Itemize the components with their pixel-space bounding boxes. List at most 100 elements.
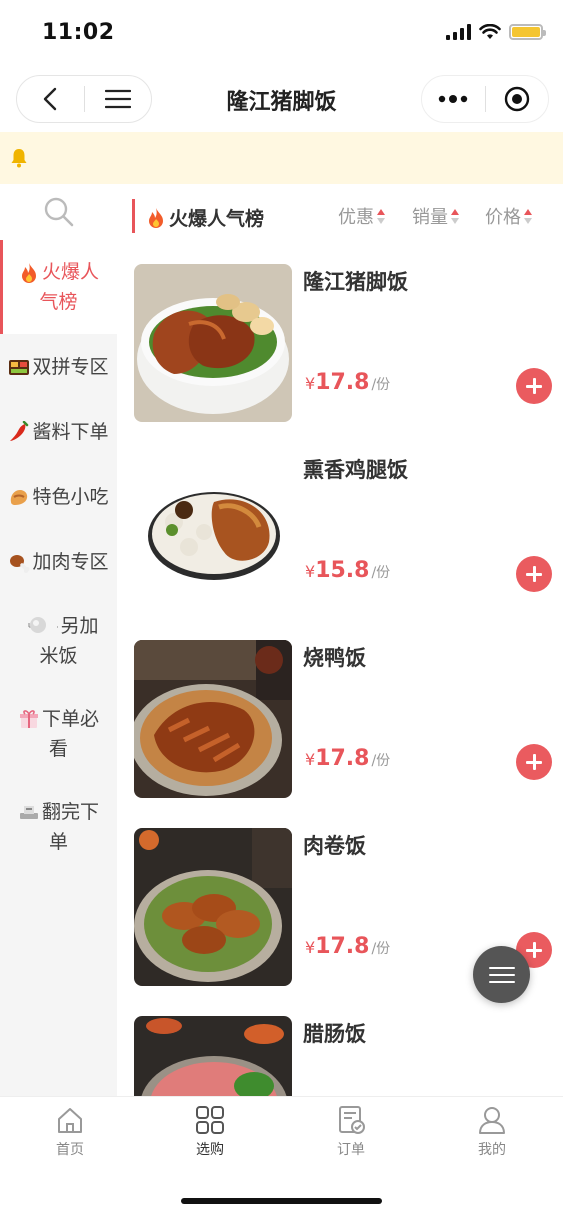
product-image[interactable]	[134, 640, 292, 798]
category-sidebar: 火爆人气榜 双拼专区 酱料下单 特色小吃 加肉专区 另加米饭 下单必看 翻完下单	[0, 184, 117, 1096]
search-icon	[44, 197, 73, 227]
price-value: 17.8	[315, 370, 370, 395]
signal-icon	[446, 24, 471, 40]
battery-icon	[509, 24, 546, 40]
price-value: 17.8	[315, 934, 370, 959]
wifi-icon	[479, 24, 501, 39]
tab-shop[interactable]: 选购	[170, 1105, 250, 1159]
product-price: ¥17.8/份	[305, 934, 390, 959]
more-button[interactable]	[422, 76, 485, 122]
notice-bar[interactable]	[0, 132, 563, 184]
price-unit: /份	[371, 565, 391, 581]
sidebar-item-sauce[interactable]: 酱料下单	[0, 399, 117, 464]
order-icon	[339, 1106, 365, 1134]
currency-symbol: ¥	[305, 938, 316, 957]
chili-icon	[10, 420, 29, 441]
sort-label: 优惠	[338, 207, 374, 228]
close-miniprogram-button[interactable]	[486, 76, 549, 122]
status-icons	[446, 24, 546, 40]
product-name: 烧鸭饭	[303, 646, 366, 670]
price-value: 17.8	[315, 746, 370, 771]
tab-me[interactable]: 我的	[452, 1105, 532, 1159]
price-unit: /份	[371, 377, 391, 393]
sort-price[interactable]: 价格	[485, 203, 532, 229]
nav-capsule-right	[421, 75, 549, 123]
bento-icon	[9, 359, 30, 375]
nav-bar: 隆江猪脚饭	[0, 66, 563, 132]
section-title: 火爆人气榜	[145, 204, 264, 231]
sidebar-item-hot[interactable]: 火爆人气榜	[0, 240, 117, 334]
tab-label: 首页	[56, 1142, 84, 1158]
profile-icon	[479, 1107, 505, 1134]
bell-icon	[11, 149, 27, 168]
product-price: ¥15.8/份	[305, 558, 390, 583]
product-image[interactable]	[134, 828, 292, 986]
header-accent-bar	[132, 199, 135, 233]
price-unit: /份	[371, 753, 391, 769]
currency-symbol: ¥	[305, 750, 316, 769]
fire-icon	[149, 207, 163, 228]
product-card[interactable]: 烧鸭饭 ¥17.8/份	[117, 624, 563, 812]
sidebar-item-label: 加肉专区	[32, 550, 109, 573]
sidebar-item-label: 特色小吃	[32, 485, 109, 508]
tab-home[interactable]: 首页	[30, 1105, 110, 1159]
product-price: ¥17.8/份	[305, 370, 390, 395]
tab-label: 订单	[337, 1142, 365, 1158]
product-card[interactable]: 熏香鸡腿饭 ¥15.8/份	[117, 436, 563, 624]
sort-label: 销量	[412, 207, 448, 228]
product-price: ¥17.8/份	[305, 746, 390, 771]
status-time: 11:02	[42, 20, 115, 45]
tab-orders[interactable]: 订单	[311, 1105, 391, 1159]
add-to-cart-button[interactable]	[516, 368, 552, 404]
rice-bowl-icon	[28, 617, 59, 633]
currency-symbol: ¥	[305, 562, 316, 581]
product-card[interactable]: 隆江猪脚饭 ¥17.8/份	[117, 248, 563, 436]
price-unit: /份	[371, 941, 391, 957]
sidebar-item-label: 下单必看	[41, 707, 99, 760]
price-value: 15.8	[315, 558, 370, 583]
sidebar-item-must-read[interactable]: 下单必看	[0, 687, 117, 780]
currency-symbol: ¥	[305, 374, 316, 393]
drumstick-icon	[10, 554, 30, 573]
more-dots-icon	[439, 95, 468, 103]
add-to-cart-button[interactable]	[516, 744, 552, 780]
snack-icon	[11, 489, 28, 505]
sort-sales[interactable]: 销量	[412, 203, 459, 229]
sidebar-item-label: 火爆人气榜	[39, 261, 99, 313]
product-card[interactable]: 腊肠饭	[117, 1000, 563, 1096]
grid-icon	[196, 1106, 224, 1134]
product-image[interactable]	[134, 264, 292, 422]
sidebar-item-finish-order[interactable]: 翻完下单	[0, 780, 117, 873]
gift-icon	[19, 710, 38, 728]
sidebar-item-label: 酱料下单	[32, 420, 109, 443]
sort-arrows-icon	[451, 208, 459, 224]
sidebar-item-label: 翻完下单	[41, 800, 99, 853]
sort-arrows-icon	[377, 208, 385, 224]
list-header: 火爆人气榜 优惠 销量 价格	[117, 184, 563, 248]
status-bar: 11:02	[0, 0, 563, 66]
sidebar-item-combo[interactable]: 双拼专区	[0, 334, 117, 399]
product-name: 肉卷饭	[303, 834, 366, 858]
product-image[interactable]	[134, 452, 292, 610]
section-title-label: 火爆人气榜	[169, 208, 265, 230]
sidebar-item-label: 双拼专区	[32, 355, 109, 378]
sidebar-item-extra-rice[interactable]: 另加米饭	[0, 594, 117, 687]
target-icon	[504, 86, 529, 112]
tab-label: 选购	[196, 1142, 224, 1158]
tab-label: 我的	[478, 1142, 506, 1158]
fire-icon	[21, 262, 36, 283]
home-icon	[58, 1108, 82, 1133]
product-image[interactable]	[134, 1016, 292, 1096]
search-button[interactable]	[0, 184, 117, 240]
product-name: 隆江猪脚饭	[303, 270, 408, 294]
tray-icon	[19, 806, 38, 819]
sort-discount[interactable]: 优惠	[338, 203, 385, 229]
add-to-cart-button[interactable]	[516, 556, 552, 592]
floating-menu-button[interactable]	[473, 946, 530, 1003]
home-indicator	[181, 1198, 382, 1204]
sidebar-item-extra-meat[interactable]: 加肉专区	[0, 529, 117, 594]
sort-label: 价格	[485, 207, 521, 228]
product-name: 熏香鸡腿饭	[303, 458, 408, 482]
sidebar-item-snack[interactable]: 特色小吃	[0, 464, 117, 529]
sort-arrows-icon	[524, 208, 532, 224]
